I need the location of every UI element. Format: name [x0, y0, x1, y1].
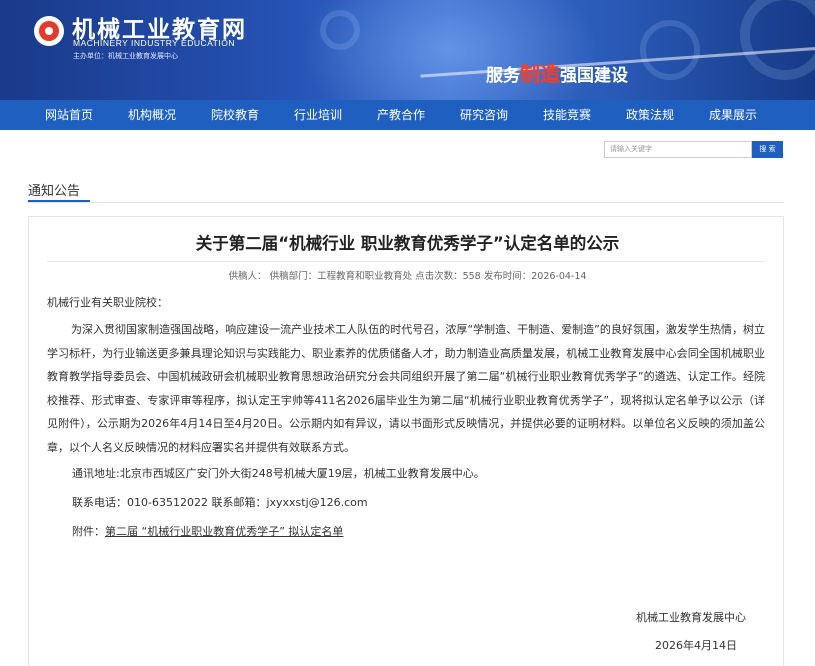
nav-item-policies[interactable]: 政策法规	[615, 100, 685, 130]
nav-item-skills-competition[interactable]: 技能竞赛	[532, 100, 602, 130]
signature-organization: 机械工业教育发展中心	[636, 611, 746, 624]
attachment-label: 附件：	[72, 525, 105, 538]
logo-icon[interactable]	[34, 16, 64, 46]
section-underline	[28, 200, 90, 202]
main-nav: 网站首页 机构概况 院校教育 行业培训 产教合作 研究咨询 技能竞赛 政策法规 …	[0, 100, 815, 130]
nav-item-about[interactable]: 机构概况	[117, 100, 187, 130]
nav-item-home[interactable]: 网站首页	[34, 100, 104, 130]
salutation: 机械行业有关职业院校：	[47, 296, 168, 309]
nav-item-industry-training[interactable]: 行业培训	[283, 100, 353, 130]
search-button[interactable]: 搜 索	[752, 141, 783, 158]
nav-item-industry-education[interactable]: 产教合作	[366, 100, 436, 130]
slogan-highlight: 制造	[520, 62, 560, 86]
attachment-link[interactable]: 第二届 “机械行业职业教育优秀学子” 拟认定名单	[105, 525, 343, 538]
host-organization: 主办单位：机械工业教育发展中心	[73, 52, 178, 60]
gear-decoration	[320, 10, 360, 50]
nav-item-achievements[interactable]: 成果展示	[698, 100, 768, 130]
contact-line: 联系电话：010-63512022 联系邮箱：jxyxxstj@126.com	[72, 496, 368, 509]
nav-item-research[interactable]: 研究咨询	[449, 100, 519, 130]
section-divider	[28, 202, 784, 203]
slogan-suffix: 强国建设	[560, 66, 628, 86]
section-title: 通知公告	[28, 184, 81, 199]
header-banner: 机械工业教育网 MACHINERY INDUSTRY EDUCATION 主办单…	[0, 0, 815, 100]
article-paragraph: 为深入贯彻国家制造强国战略，响应建设一流产业技术工人队伍的时代号召，浓厚“学制造…	[47, 323, 765, 454]
attachment-line: 附件：第二届 “机械行业职业教育优秀学子” 拟认定名单	[72, 523, 343, 539]
slogan: 服务制造强国建设	[486, 58, 628, 87]
nav-item-college-education[interactable]: 院校教育	[200, 100, 270, 130]
site-logo-subtitle: MACHINERY INDUSTRY EDUCATION	[73, 38, 235, 48]
gear-decoration	[640, 20, 700, 80]
article-title: 关于第二届“机械行业 职业教育优秀学子”认定名单的公示	[195, 234, 620, 253]
gear-decoration	[740, 0, 815, 80]
address-line: 通讯地址:北京市西城区广安门外大街248号机械大厦19层，机械工业教育发展中心。	[72, 467, 485, 480]
slogan-prefix: 服务	[486, 66, 520, 86]
title-divider	[47, 261, 765, 262]
signature-date: 2026年4月14日	[655, 639, 737, 652]
search-input[interactable]: 请输入关键字	[604, 141, 752, 158]
article-meta: 供稿人： 供稿部门：工程教育和职业教育处 点击次数：558 发布时间：2026-…	[228, 271, 587, 282]
